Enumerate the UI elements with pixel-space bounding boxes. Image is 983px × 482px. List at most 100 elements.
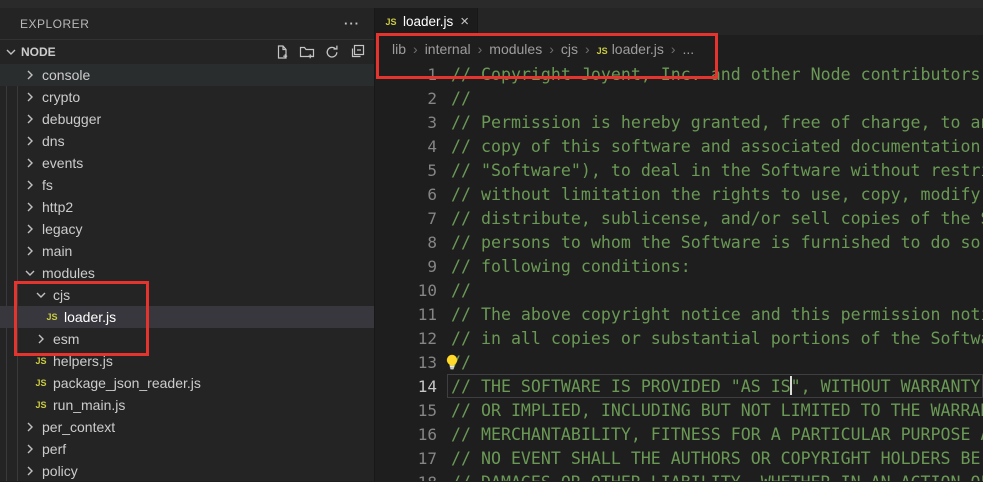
chevron-right-icon xyxy=(22,155,38,171)
tree-item-cjs[interactable]: cjs xyxy=(0,284,374,306)
refresh-button[interactable] xyxy=(324,44,340,60)
line-number[interactable]: 4 xyxy=(375,137,437,156)
line-number[interactable]: 10 xyxy=(375,281,437,300)
code-line-14[interactable]: 14// THE SOFTWARE IS PROVIDED "AS IS", W… xyxy=(375,374,983,398)
comment-text: // "Software"), to deal in the Software … xyxy=(437,161,983,180)
tree-item-label: perf xyxy=(42,441,66,457)
comment-text: // in all copies or substantial portions… xyxy=(437,329,983,348)
chevron-right-icon xyxy=(22,177,38,193)
tree-item-console[interactable]: console xyxy=(0,64,374,86)
tree-item-debugger[interactable]: debugger xyxy=(0,108,374,130)
code-line-18[interactable]: 18// DAMAGES OR OTHER LIABILITY, WHETHER… xyxy=(375,470,983,481)
line-number[interactable]: 11 xyxy=(375,305,437,324)
js-file-icon: JS xyxy=(33,378,49,388)
line-number[interactable]: 13 xyxy=(375,353,437,372)
line-number[interactable]: 14 xyxy=(375,377,437,396)
comment-text: // OR IMPLIED, INCLUDING BUT NOT LIMITED… xyxy=(437,401,983,420)
line-number[interactable]: 17 xyxy=(375,449,437,468)
chevron-right-icon xyxy=(22,133,38,149)
quick-fix-lightbulb-icon[interactable] xyxy=(443,352,461,372)
tree-item-helpers-js[interactable]: JShelpers.js xyxy=(0,350,374,372)
breadcrumb-item--[interactable]: ... xyxy=(683,41,695,57)
tree-item-fs[interactable]: fs xyxy=(0,174,374,196)
code-line-7[interactable]: 7// distribute, sublicense, and/or sell … xyxy=(375,206,983,230)
tree-item-package-json-reader-js[interactable]: JSpackage_json_reader.js xyxy=(0,372,374,394)
tree-item-policy[interactable]: policy xyxy=(0,460,374,482)
code-line-1[interactable]: 1// Copyright Joyent, Inc. and other Nod… xyxy=(375,62,983,86)
comment-text: // The above copyright notice and this p… xyxy=(437,305,983,324)
tree-item-legacy[interactable]: legacy xyxy=(0,218,374,240)
line-number[interactable]: 15 xyxy=(375,401,437,420)
breadcrumbs: lib›internal›modules›cjs›JSloader.js›... xyxy=(375,35,983,62)
chevron-right-icon xyxy=(22,111,38,127)
explorer-header: EXPLORER ··· xyxy=(0,8,374,40)
code-line-6[interactable]: 6// without limitation the rights to use… xyxy=(375,182,983,206)
new-folder-button[interactable] xyxy=(299,44,315,60)
code-line-16[interactable]: 16// MERCHANTABILITY, FITNESS FOR A PART… xyxy=(375,422,983,446)
tree-item-label: debugger xyxy=(42,111,101,127)
tab-label: loader.js xyxy=(403,14,453,29)
chevron-right-icon xyxy=(22,199,38,215)
code-line-17[interactable]: 17// NO EVENT SHALL THE AUTHORS OR COPYR… xyxy=(375,446,983,470)
line-number[interactable]: 7 xyxy=(375,209,437,228)
code-line-11[interactable]: 11// The above copyright notice and this… xyxy=(375,302,983,326)
line-number[interactable]: 1 xyxy=(375,65,437,84)
tree-item-http2[interactable]: http2 xyxy=(0,196,374,218)
close-tab-icon[interactable]: × xyxy=(460,14,469,29)
breadcrumb-item-loader-js[interactable]: JSloader.js xyxy=(597,41,664,57)
code-line-13[interactable]: 13// xyxy=(375,350,983,374)
new-file-button[interactable] xyxy=(274,44,290,60)
tree-item-main[interactable]: main xyxy=(0,240,374,262)
line-number[interactable]: 3 xyxy=(375,113,437,132)
line-number[interactable]: 18 xyxy=(375,473,437,482)
tree-item-loader-js[interactable]: JSloader.js xyxy=(0,306,374,328)
tree-item-dns[interactable]: dns xyxy=(0,130,374,152)
code-line-4[interactable]: 4// copy of this software and associated… xyxy=(375,134,983,158)
explorer-more-actions-icon[interactable]: ··· xyxy=(344,16,360,31)
line-number[interactable]: 6 xyxy=(375,185,437,204)
js-file-icon: JS xyxy=(597,46,608,56)
tree-item-label: main xyxy=(42,243,72,259)
line-number[interactable]: 2 xyxy=(375,89,437,108)
comment-text: // Permission is hereby granted, free of… xyxy=(437,113,983,132)
chevron-right-icon xyxy=(22,67,38,83)
line-number[interactable]: 9 xyxy=(375,257,437,276)
tree-item-esm[interactable]: esm xyxy=(0,328,374,350)
line-number[interactable]: 5 xyxy=(375,161,437,180)
tree-item-events[interactable]: events xyxy=(0,152,374,174)
collapse-all-button[interactable] xyxy=(349,44,365,60)
line-number[interactable]: 8 xyxy=(375,233,437,252)
code-line-15[interactable]: 15// OR IMPLIED, INCLUDING BUT NOT LIMIT… xyxy=(375,398,983,422)
tree-item-label: console xyxy=(42,67,90,83)
line-number[interactable]: 16 xyxy=(375,425,437,444)
comment-text: // copy of this software and associated … xyxy=(437,137,983,156)
tree-item-run-main-js[interactable]: JSrun_main.js xyxy=(0,394,374,416)
chevron-right-icon xyxy=(22,441,38,457)
code-line-12[interactable]: 12// in all copies or substantial portio… xyxy=(375,326,983,350)
code-line-10[interactable]: 10// xyxy=(375,278,983,302)
tree-item-perf[interactable]: perf xyxy=(0,438,374,460)
breadcrumb-label: lib xyxy=(392,41,406,57)
breadcrumb-item-internal[interactable]: internal xyxy=(425,41,471,57)
code-line-9[interactable]: 9// following conditions: xyxy=(375,254,983,278)
tree-item-per-context[interactable]: per_context xyxy=(0,416,374,438)
breadcrumb-item-modules[interactable]: modules xyxy=(489,41,542,57)
tree-item-crypto[interactable]: crypto xyxy=(0,86,374,108)
code-line-2[interactable]: 2// xyxy=(375,86,983,110)
code-line-3[interactable]: 3// Permission is hereby granted, free o… xyxy=(375,110,983,134)
node-section-header[interactable]: NODE xyxy=(0,40,374,64)
breadcrumb-label: internal xyxy=(425,41,471,57)
explorer-title: EXPLORER xyxy=(20,17,89,31)
comment-text: // Copyright Joyent, Inc. and other Node… xyxy=(437,65,983,84)
chevron-right-icon xyxy=(22,89,38,105)
breadcrumb-item-lib[interactable]: lib xyxy=(392,41,406,57)
chevron-right-icon xyxy=(22,463,38,479)
line-number[interactable]: 12 xyxy=(375,329,437,348)
code-line-5[interactable]: 5// "Software"), to deal in the Software… xyxy=(375,158,983,182)
code-line-8[interactable]: 8// persons to whom the Software is furn… xyxy=(375,230,983,254)
tab-loader-js[interactable]: JS loader.js × xyxy=(375,8,478,35)
tree-item-modules[interactable]: modules xyxy=(0,262,374,284)
code-area[interactable]: 1// Copyright Joyent, Inc. and other Nod… xyxy=(375,62,983,481)
breadcrumb-item-cjs[interactable]: cjs xyxy=(561,41,578,57)
tree-item-label: cjs xyxy=(53,287,70,303)
